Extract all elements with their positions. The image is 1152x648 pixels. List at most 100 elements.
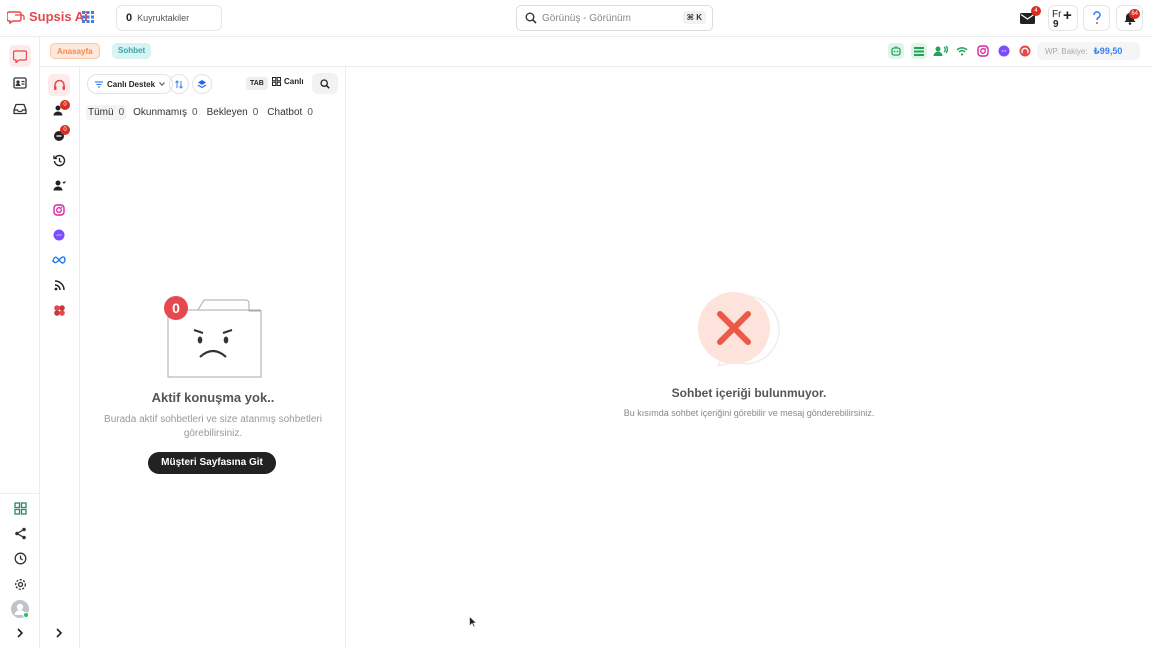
app-name: Supsis Ai	[29, 9, 88, 24]
tab-label: Chatbot	[267, 107, 303, 118]
sub-meta[interactable]	[48, 249, 70, 271]
tab-chatbot[interactable]: Chatbot 0	[265, 105, 315, 120]
empty-description: Burada aktif sohbetleri ve size atanmış …	[104, 414, 322, 439]
history-icon	[52, 154, 65, 166]
notifications-badge: 64	[1129, 9, 1140, 19]
live-label: Canlı	[284, 77, 304, 86]
share-icon	[14, 527, 26, 539]
search-icon	[525, 12, 537, 24]
mail-button[interactable]: 4	[1014, 5, 1041, 31]
instagram-icon	[53, 204, 65, 216]
messenger-icon[interactable]	[996, 43, 1012, 59]
messenger-icon	[53, 229, 65, 241]
filter-icon	[95, 80, 103, 88]
empty-content-description: Bu kısımda sohbet içeriğini görebilir ve…	[623, 408, 875, 418]
breadcrumb-bar: Anasayfa Sohbet WP. Bakiye: ₺99,50	[40, 37, 1152, 67]
tab-count: 0	[192, 107, 198, 118]
notifications-button[interactable]: 64	[1116, 5, 1143, 31]
balance-amount: ₺99,50	[1093, 45, 1123, 56]
breadcrumb-home[interactable]: Anasayfa	[50, 43, 100, 59]
conversation-count-badge: 0	[164, 296, 188, 320]
sub-feed[interactable]	[48, 274, 70, 296]
instagram-icon[interactable]	[975, 43, 991, 59]
sub-instagram[interactable]	[48, 199, 70, 221]
go-to-customers-button[interactable]: Müşteri Sayfasına Git	[148, 452, 276, 474]
filter-label: Canlı Destek	[107, 79, 156, 89]
sort-icon	[175, 79, 183, 89]
layers-icon	[197, 80, 207, 89]
search-icon	[320, 78, 330, 89]
tab-unread[interactable]: Okunmamış 0	[131, 105, 199, 120]
queue-indicator[interactable]: 0 Kuyruktakiler	[116, 5, 222, 31]
sad-folder-illustration: 0	[164, 292, 264, 382]
people-icon[interactable]	[933, 43, 949, 59]
nav-chat[interactable]	[9, 45, 31, 67]
clock-icon	[14, 552, 26, 564]
sub-messenger[interactable]	[48, 224, 70, 246]
tab-waiting[interactable]: Bekleyen 0	[205, 105, 261, 120]
chat-bubble-icon[interactable]	[1017, 43, 1033, 59]
nav-expand[interactable]	[9, 622, 31, 644]
contacts-icon	[13, 77, 27, 89]
tab-label: Tümü	[88, 107, 114, 118]
sort-button[interactable]	[169, 74, 189, 94]
empty-content-title: Sohbet içeriği bulunmuyor.	[671, 386, 827, 400]
sub-missed[interactable]: 0	[48, 124, 70, 146]
empty-title: Aktif konuşma yok..	[151, 390, 275, 405]
channel-filter[interactable]: Canlı Destek	[87, 74, 174, 94]
tab-label: Bekleyen	[206, 107, 248, 118]
nav-history[interactable]	[9, 547, 31, 569]
mail-badge: 4	[1031, 6, 1041, 16]
error-x-icon	[698, 292, 780, 368]
plus-icon: +	[1063, 7, 1072, 24]
assigned-badge: 0	[60, 100, 70, 110]
live-view-button[interactable]: Canlı	[272, 77, 304, 86]
quick-add-button[interactable]: Fr 9 +	[1048, 5, 1078, 31]
avatar	[11, 600, 29, 618]
bot-icon[interactable]	[888, 43, 904, 59]
logo[interactable]: Supsis Ai	[7, 9, 88, 24]
main-nav-bottom	[0, 493, 40, 648]
nav-settings[interactable]	[9, 573, 31, 595]
nav-share[interactable]	[9, 522, 31, 544]
balance-label: WP. Bakiye:	[1045, 46, 1088, 56]
chevron-right-icon	[56, 628, 63, 638]
chat-sub-nav: 0 0	[40, 67, 80, 648]
sub-integration[interactable]	[48, 299, 70, 321]
missed-badge: 0	[60, 125, 70, 135]
chevron-right-icon	[17, 628, 24, 638]
conversation-list: Canlı Destek TAB Canlı Tümü 0 Okunmamış …	[80, 67, 346, 648]
tab-key-button[interactable]: TAB	[246, 77, 268, 90]
breadcrumb-current[interactable]: Sohbet	[112, 43, 152, 59]
grid-icon[interactable]	[82, 11, 94, 23]
meta-icon	[52, 256, 66, 264]
settings-icon	[14, 578, 26, 590]
conversation-tabs: Tümü 0 Okunmamış 0 Bekleyen 0 Chatbot 0	[86, 105, 315, 120]
wifi-icon[interactable]	[954, 43, 970, 59]
nav-contacts[interactable]	[9, 72, 31, 94]
list-search-button[interactable]	[312, 73, 338, 94]
search-shortcut: ⌘ K	[682, 11, 706, 24]
search-placeholder: Görünüş - Görünüm	[542, 12, 631, 24]
tab-count: 0	[307, 107, 313, 118]
global-search[interactable]: Görünüş - Görünüm ⌘ K	[516, 5, 713, 31]
sub-team[interactable]	[48, 174, 70, 196]
dashboard-icon	[13, 501, 27, 515]
tab-all[interactable]: Tümü 0	[86, 105, 127, 120]
live-support-icon	[53, 79, 65, 90]
tab-count: 0	[252, 107, 259, 118]
nav-dashboard[interactable]	[9, 497, 31, 519]
layers-button[interactable]	[192, 74, 212, 94]
feed-icon	[54, 279, 65, 290]
nav-inbox[interactable]	[9, 98, 31, 120]
queue-count: 0	[126, 12, 133, 24]
sub-assigned[interactable]: 0	[48, 99, 70, 121]
list-icon[interactable]	[911, 43, 927, 59]
no-content-illustration	[698, 290, 798, 370]
nav-profile[interactable]	[9, 598, 31, 620]
help-button[interactable]	[1083, 5, 1110, 31]
sub-nav-expand[interactable]	[48, 622, 70, 644]
sub-history[interactable]	[48, 149, 70, 171]
sub-live-support[interactable]	[48, 74, 70, 96]
chat-icon	[13, 49, 27, 63]
